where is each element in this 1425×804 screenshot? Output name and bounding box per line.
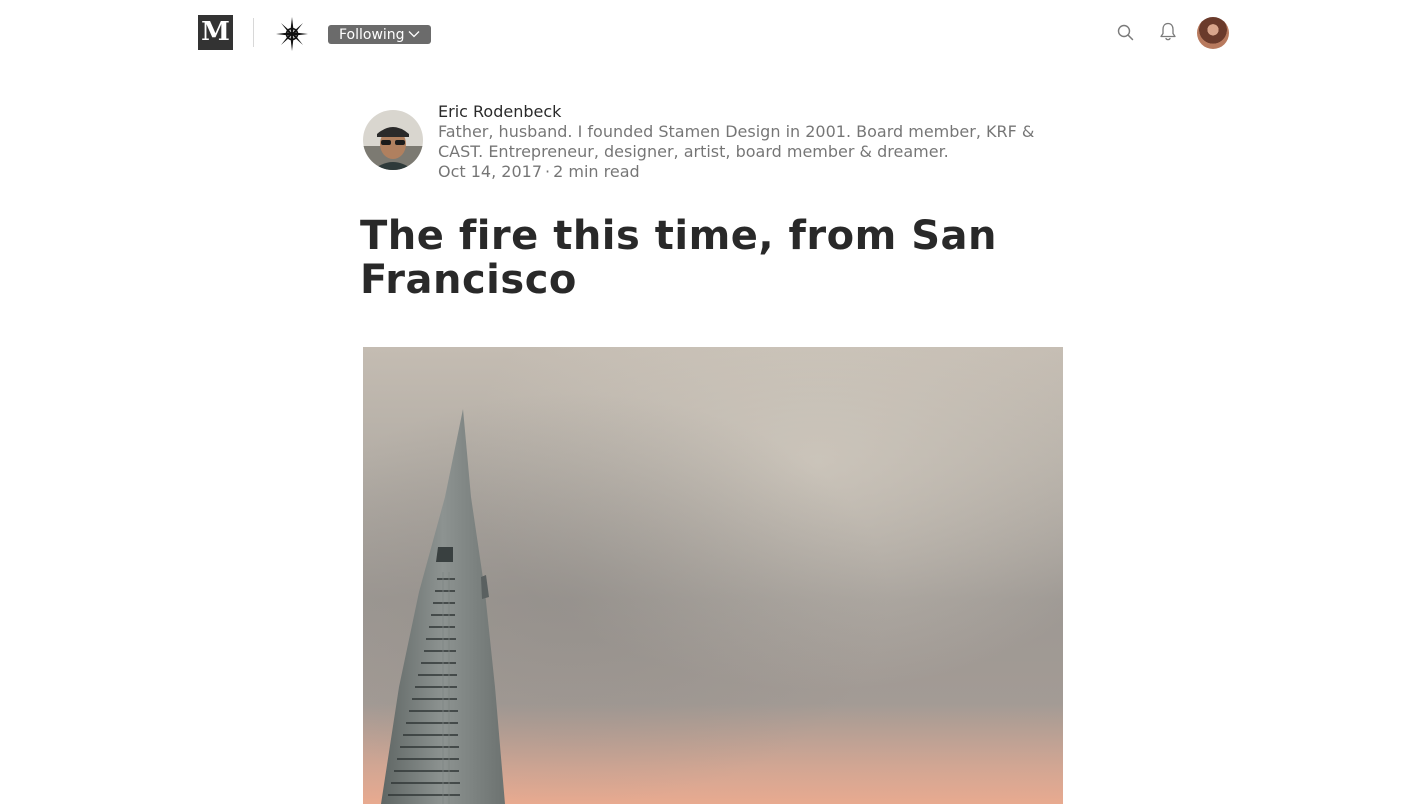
read-time: 2 min read [553,162,640,181]
medium-logo-icon[interactable]: M [198,15,233,50]
transamerica-pyramid-photo [363,347,1063,804]
top-navigation-bar: M Following [0,0,1425,65]
bell-icon[interactable] [1158,21,1178,43]
user-avatar[interactable] [1197,17,1229,49]
search-icon[interactable] [1116,23,1135,42]
post-title: The fire this time, from San Francisco [360,213,998,303]
hero-image[interactable] [363,347,1063,804]
meta-separator: · [545,162,551,181]
following-label: Following [339,27,405,43]
post-meta: Oct 14, 2017 · 2 min read [438,162,640,182]
following-dropdown-button[interactable]: Following [328,25,431,44]
author-avatar[interactable] [363,110,423,170]
header-divider [253,18,254,47]
author-bio: Father, husband. I founded Stamen Design… [438,122,1035,161]
author-name-link[interactable]: Eric Rodenbeck [438,102,561,122]
chevron-down-icon [408,30,420,37]
author-photo [363,110,423,170]
post-date[interactable]: Oct 14, 2017 [438,162,542,181]
publication-compass-icon[interactable] [276,17,308,51]
